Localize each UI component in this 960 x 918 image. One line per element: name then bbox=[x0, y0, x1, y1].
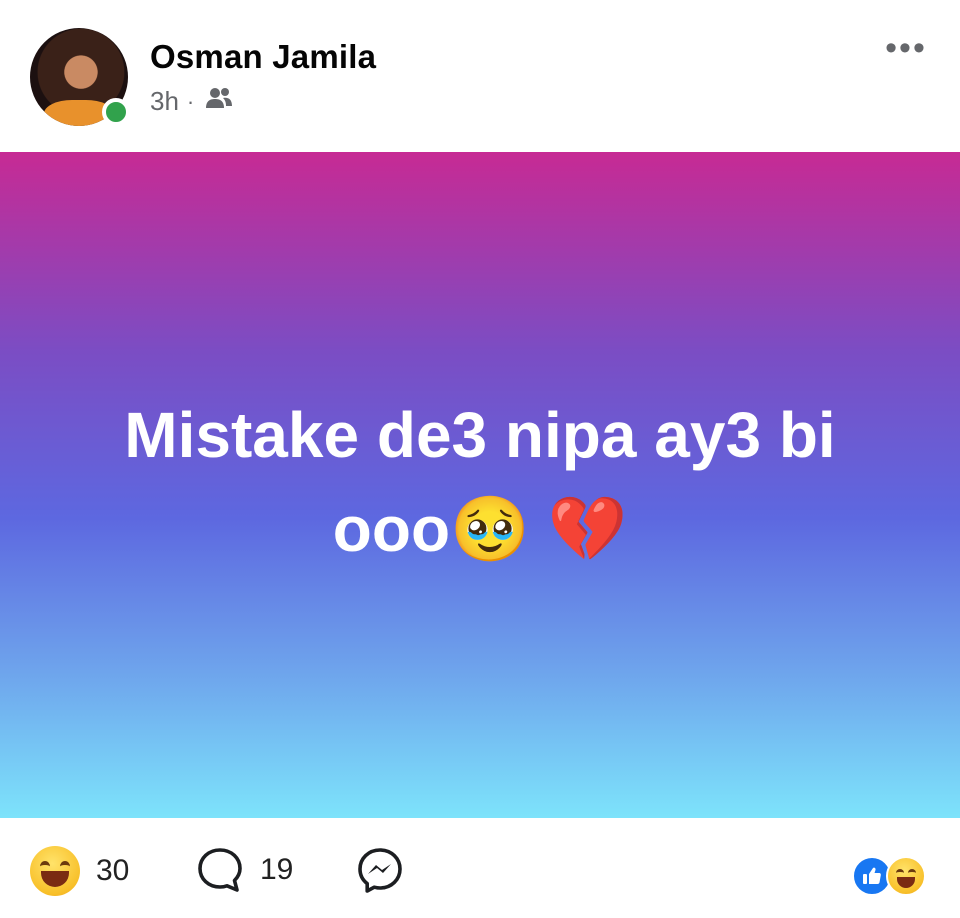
comment-count: 19 bbox=[260, 853, 294, 886]
messenger-share-icon bbox=[356, 846, 404, 894]
author-avatar[interactable] bbox=[30, 28, 130, 126]
reaction-summary[interactable] bbox=[852, 856, 932, 896]
send-message-button[interactable] bbox=[356, 846, 404, 894]
haha-emoji-icon bbox=[30, 846, 80, 896]
post-time[interactable]: 3h bbox=[150, 86, 179, 117]
comment-button[interactable]: 19 bbox=[196, 846, 293, 894]
post-text: Mistake de3 nipa ay3 bi ooo🥹 💔 bbox=[124, 399, 836, 565]
online-status-dot bbox=[102, 98, 130, 126]
friends-icon[interactable] bbox=[204, 86, 234, 117]
more-options-button[interactable]: ••• bbox=[882, 31, 930, 68]
post-meta: 3h · bbox=[150, 86, 234, 117]
reactions-button[interactable]: 30 bbox=[30, 846, 129, 896]
haha-icon bbox=[886, 856, 926, 896]
meta-separator: · bbox=[186, 88, 195, 114]
reaction-count: 30 bbox=[96, 854, 130, 887]
post-background: Mistake de3 nipa ay3 bi ooo🥹 💔 bbox=[0, 152, 960, 818]
comment-icon bbox=[196, 846, 244, 894]
post-footer: 30 19 bbox=[0, 818, 960, 918]
post-header: Osman Jamila 3h · ••• bbox=[0, 0, 960, 152]
author-name[interactable]: Osman Jamila bbox=[150, 38, 376, 76]
